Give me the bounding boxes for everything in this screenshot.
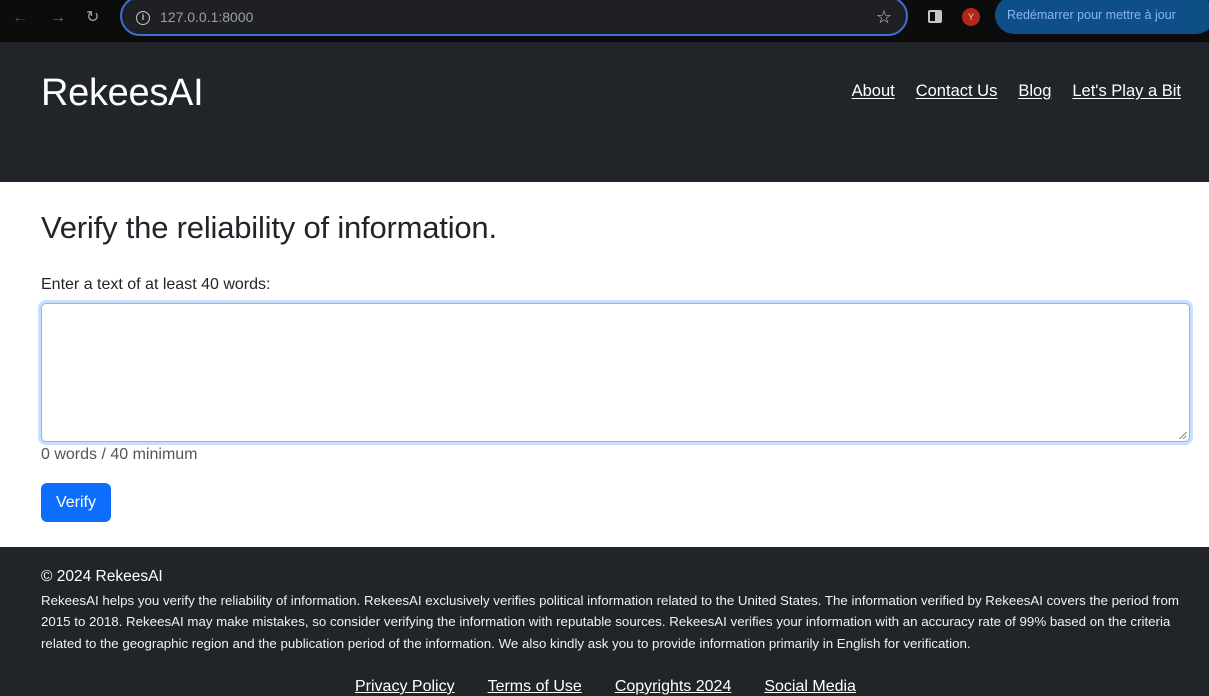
side-panel-icon[interactable]: [928, 10, 942, 23]
resize-handle-icon[interactable]: [1179, 431, 1187, 439]
back-arrow-icon[interactable]: ←: [12, 8, 28, 28]
footer-link-copyrights[interactable]: Copyrights 2024: [615, 678, 732, 696]
text-input[interactable]: [41, 303, 1190, 442]
footer-link-terms-of-use[interactable]: Terms of Use: [488, 678, 582, 696]
web-page: RekeesAI About Contact Us Blog Let's Pla…: [0, 42, 1209, 696]
footer-link-social-media[interactable]: Social Media: [764, 678, 856, 696]
reload-icon[interactable]: ↻: [86, 8, 99, 28]
footer-link-privacy-policy[interactable]: Privacy Policy: [355, 678, 455, 696]
footer-copyright: © 2024 RekeesAI: [41, 568, 163, 585]
footer-links: Privacy Policy Terms of Use Copyrights 2…: [355, 678, 856, 696]
site-header: RekeesAI About Contact Us Blog Let's Pla…: [0, 42, 1209, 182]
nav-link-about[interactable]: About: [852, 82, 895, 101]
page-title: Verify the reliability of information.: [41, 210, 497, 245]
main-nav: About Contact Us Blog Let's Play a Bit: [852, 82, 1181, 101]
text-input-label: Enter a text of at least 40 words:: [41, 276, 271, 293]
site-info-icon[interactable]: i: [136, 11, 150, 25]
brand-logo-text[interactable]: RekeesAI: [41, 72, 204, 115]
footer-disclaimer: RekeesAI helps you verify the reliabilit…: [41, 593, 1179, 651]
bookmark-star-icon[interactable]: ☆: [876, 7, 892, 28]
address-bar[interactable]: i 127.0.0.1:8000 ☆: [120, 0, 908, 36]
restart-to-update-button[interactable]: Redémarrer pour mettre à jour: [995, 0, 1209, 34]
verify-section: Verify the reliability of information. E…: [0, 182, 1209, 547]
url-text[interactable]: 127.0.0.1:8000: [160, 9, 253, 25]
nav-link-contact-us[interactable]: Contact Us: [916, 82, 998, 101]
nav-link-blog[interactable]: Blog: [1018, 82, 1051, 101]
profile-avatar[interactable]: Y: [962, 8, 980, 26]
verify-button[interactable]: Verify: [41, 483, 111, 522]
forward-arrow-icon[interactable]: →: [50, 8, 66, 28]
nav-link-lets-play[interactable]: Let's Play a Bit: [1072, 82, 1181, 101]
browser-toolbar: ← → ↻ i 127.0.0.1:8000 ☆ Y Redémarrer po…: [0, 0, 1209, 42]
site-footer: © 2024 RekeesAI RekeesAI helps you verif…: [0, 547, 1209, 696]
word-counter: 0 words / 40 minimum: [41, 446, 198, 463]
